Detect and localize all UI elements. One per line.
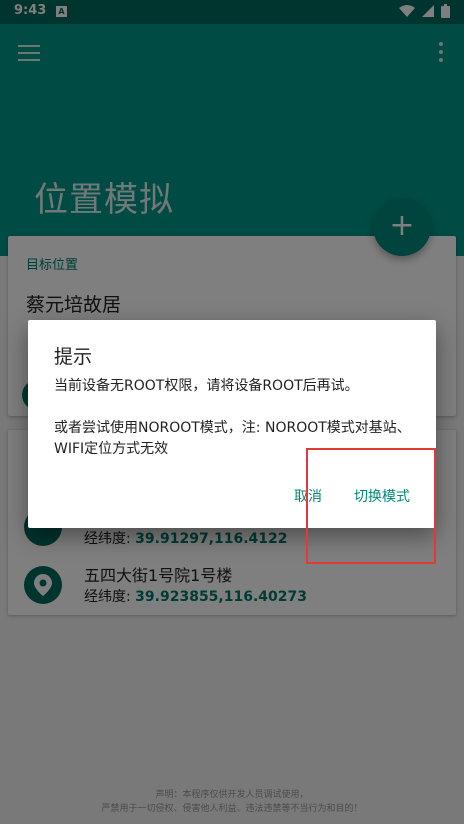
highlight-annotation-box <box>306 448 436 564</box>
dialog-message-line: 当前设备无ROOT权限，请将设备ROOT后再试。 <box>54 378 359 394</box>
dialog-title: 提示 <box>54 346 93 368</box>
